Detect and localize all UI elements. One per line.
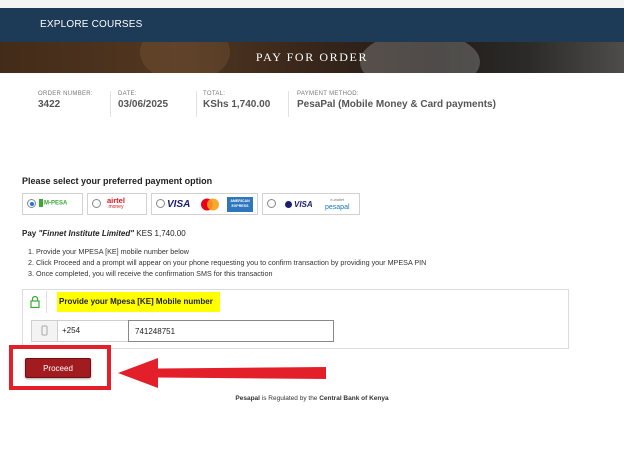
lock-icon (30, 295, 40, 309)
pesapal-logo-text: pesapal (325, 204, 350, 211)
footer-brand: Pesapal (235, 395, 260, 402)
pay-summary: Pay "Finnet Institute Limited" KES 1,740… (22, 229, 186, 238)
radio[interactable] (267, 199, 276, 208)
pesapal-logo: e-wallet pesapal (325, 196, 350, 212)
payment-method: PAYMENT METHOD: PesaPal (Mobile Money & … (297, 91, 496, 110)
footer-regulator: Central Bank of Kenya (319, 395, 389, 402)
lock-cell (24, 291, 47, 313)
payment-method-value: PesaPal (Mobile Money & Card payments) (297, 99, 496, 110)
pesapal-logo-top: e-wallet (330, 197, 345, 202)
instruction-step: 3. Once completed, you will receive the … (28, 269, 273, 278)
annotation-arrow-icon (118, 358, 326, 388)
order-number-value: 3422 (38, 99, 61, 110)
phone-input-group: +254 (31, 320, 334, 342)
mobile-label-highlight: Provide your Mpesa [KE] Mobile number (57, 292, 220, 312)
payment-option-cards[interactable]: VISA AMERICAN EXPRESS (151, 193, 258, 215)
airtel-logo-text: airtel (107, 196, 125, 205)
proceed-button[interactable]: Proceed (25, 358, 91, 378)
divider (110, 91, 111, 117)
divider (196, 91, 197, 117)
order-total-value: KShs 1,740.00 (203, 99, 271, 110)
radio[interactable] (92, 199, 101, 208)
top-strip (0, 0, 624, 8)
airtel-logo-sub: money (108, 204, 124, 210)
top-navbar: EXPLORE COURSES (0, 8, 624, 42)
payment-option-airtel[interactable]: airtel money (87, 193, 147, 215)
regulation-note: Pesapal is Regulated by the Central Bank… (0, 395, 624, 402)
order-date-label: DATE: (118, 91, 137, 97)
amex-logo-text: AMERICAN EXPRESS (230, 199, 250, 208)
airtel-logo: airtel money (107, 197, 125, 211)
visa-logo: VISA (294, 200, 313, 209)
pay-amount: KES 1,740.00 (134, 229, 186, 238)
order-total-label: TOTAL: (203, 91, 226, 97)
order-number-label: ORDER NUMBER: (38, 91, 93, 97)
visa-globe-icon (285, 201, 292, 208)
payment-option-pesapal[interactable]: VISA e-wallet pesapal (262, 193, 360, 215)
mpesa-logo-text: M-PESA (44, 200, 68, 207)
payment-method-label: PAYMENT METHOD: (297, 91, 359, 97)
instruction-step: 2. Click Proceed and a prompt will appea… (28, 258, 427, 267)
order-date: DATE: 03/06/2025 (118, 91, 168, 110)
radio[interactable] (156, 199, 165, 208)
instruction-step: 1. Provide your MPESA [KE] mobile number… (28, 247, 189, 256)
visa-logo: VISA (167, 199, 191, 210)
page-banner: PAY FOR ORDER (0, 42, 624, 73)
country-code: +254 (62, 326, 81, 335)
order-total: TOTAL: KShs 1,740.00 (203, 91, 270, 110)
mobile-phone-icon (41, 325, 48, 336)
order-number: ORDER NUMBER: 3422 (38, 91, 93, 110)
mpesa-logo: M-PESA (39, 199, 67, 207)
mobile-number-label: Provide your Mpesa [KE] Mobile number (59, 297, 213, 306)
amex-logo: AMERICAN EXPRESS (227, 197, 253, 212)
page-title: PAY FOR ORDER (255, 50, 369, 64)
payment-option-heading: Please select your preferred payment opt… (22, 176, 213, 186)
explore-courses-link[interactable]: EXPLORE COURSES (40, 19, 142, 30)
payment-option-mpesa[interactable]: M-PESA (22, 193, 83, 215)
pay-prefix: Pay (22, 229, 39, 238)
footer-text: is Regulated by the (259, 395, 320, 402)
merchant-name: "Finnet Institute Limited" (38, 229, 135, 238)
phone-icon-cell (32, 321, 58, 341)
phone-number-input[interactable] (128, 320, 334, 342)
order-date-value: 03/06/2025 (118, 99, 169, 110)
radio-selected[interactable] (27, 199, 36, 208)
mastercard-logo (200, 198, 220, 211)
instructions: 1. Provide your MPESA [KE] mobile number… (28, 246, 426, 279)
divider (288, 91, 289, 117)
